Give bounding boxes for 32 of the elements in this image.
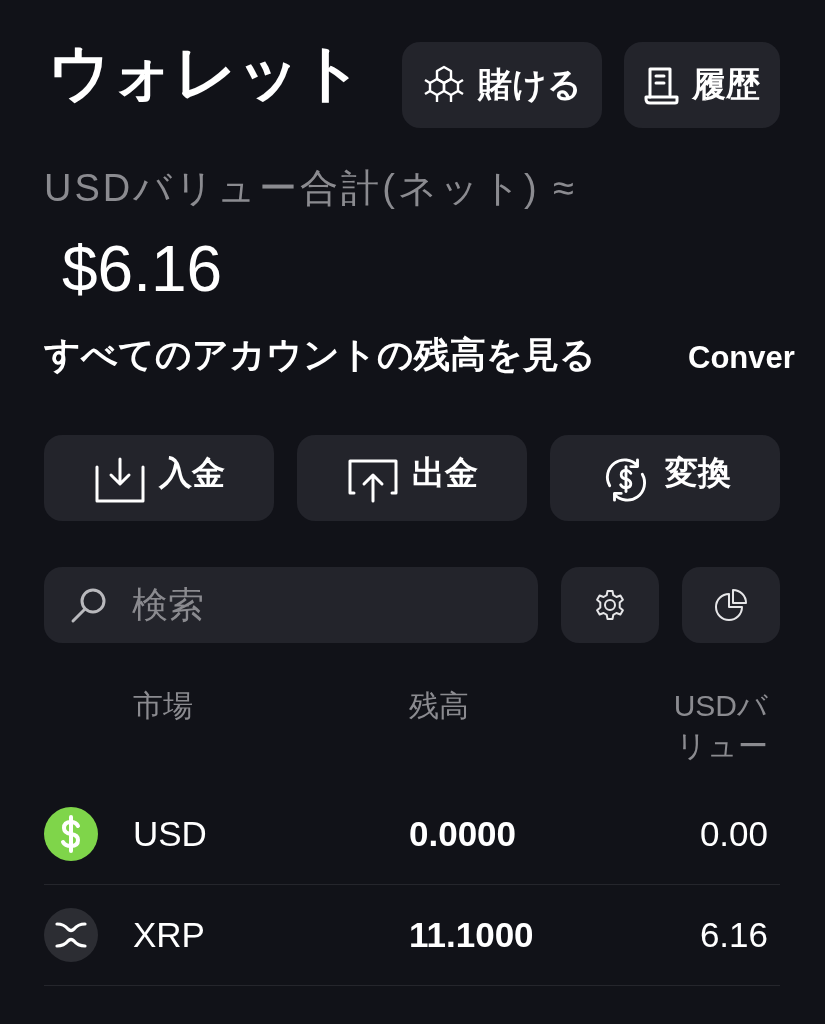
convert-link[interactable]: Conver bbox=[688, 336, 795, 380]
column-header: USDバリュー bbox=[672, 688, 769, 764]
page-title: ウォレット bbox=[47, 40, 364, 106]
withdraw-button[interactable]: 出金 bbox=[297, 435, 527, 521]
column-header: 市場 bbox=[133, 688, 193, 724]
download-icon bbox=[93, 456, 147, 503]
search-field[interactable]: 検索 bbox=[44, 567, 538, 643]
scroll-icon bbox=[644, 65, 680, 105]
search-icon bbox=[70, 586, 108, 624]
usd-value-cell-text: 0.00 bbox=[699, 813, 769, 855]
history-button[interactable]: 履歴 bbox=[624, 42, 780, 128]
hexagon-cluster-icon bbox=[422, 65, 466, 105]
dollar-coin-icon bbox=[44, 807, 98, 861]
usd-value-cell-text: 6.16 bbox=[699, 914, 769, 956]
total-value: $6.16 bbox=[61, 234, 223, 304]
deposit-button[interactable]: 入金 bbox=[44, 435, 274, 521]
settings-button[interactable] bbox=[561, 567, 659, 643]
chart-button[interactable] bbox=[682, 567, 780, 643]
stake-button[interactable]: 賭ける bbox=[402, 42, 602, 128]
balance-cell-text: 0.0000 bbox=[409, 813, 517, 855]
asset-row[interactable]: XRP 11.1000 6.16 bbox=[44, 885, 780, 986]
pie-chart-icon bbox=[715, 589, 747, 621]
x-mark-coin-icon bbox=[44, 908, 98, 962]
total-value-label: USDバリュー合計(ネット) ≈ bbox=[44, 166, 577, 210]
convert-button[interactable]: 変換 bbox=[550, 435, 780, 521]
settings-icon bbox=[594, 589, 626, 621]
market-cell-text: USD bbox=[133, 813, 207, 855]
asset-row[interactable]: USD 0.0000 0.00 bbox=[44, 784, 780, 885]
all-accounts-link[interactable]: すべてのアカウントの残高を見る bbox=[44, 333, 596, 377]
column-header: 残高 bbox=[409, 688, 469, 724]
balance-cell-text: 11.1000 bbox=[409, 914, 534, 956]
market-cell-text: XRP bbox=[133, 914, 205, 956]
